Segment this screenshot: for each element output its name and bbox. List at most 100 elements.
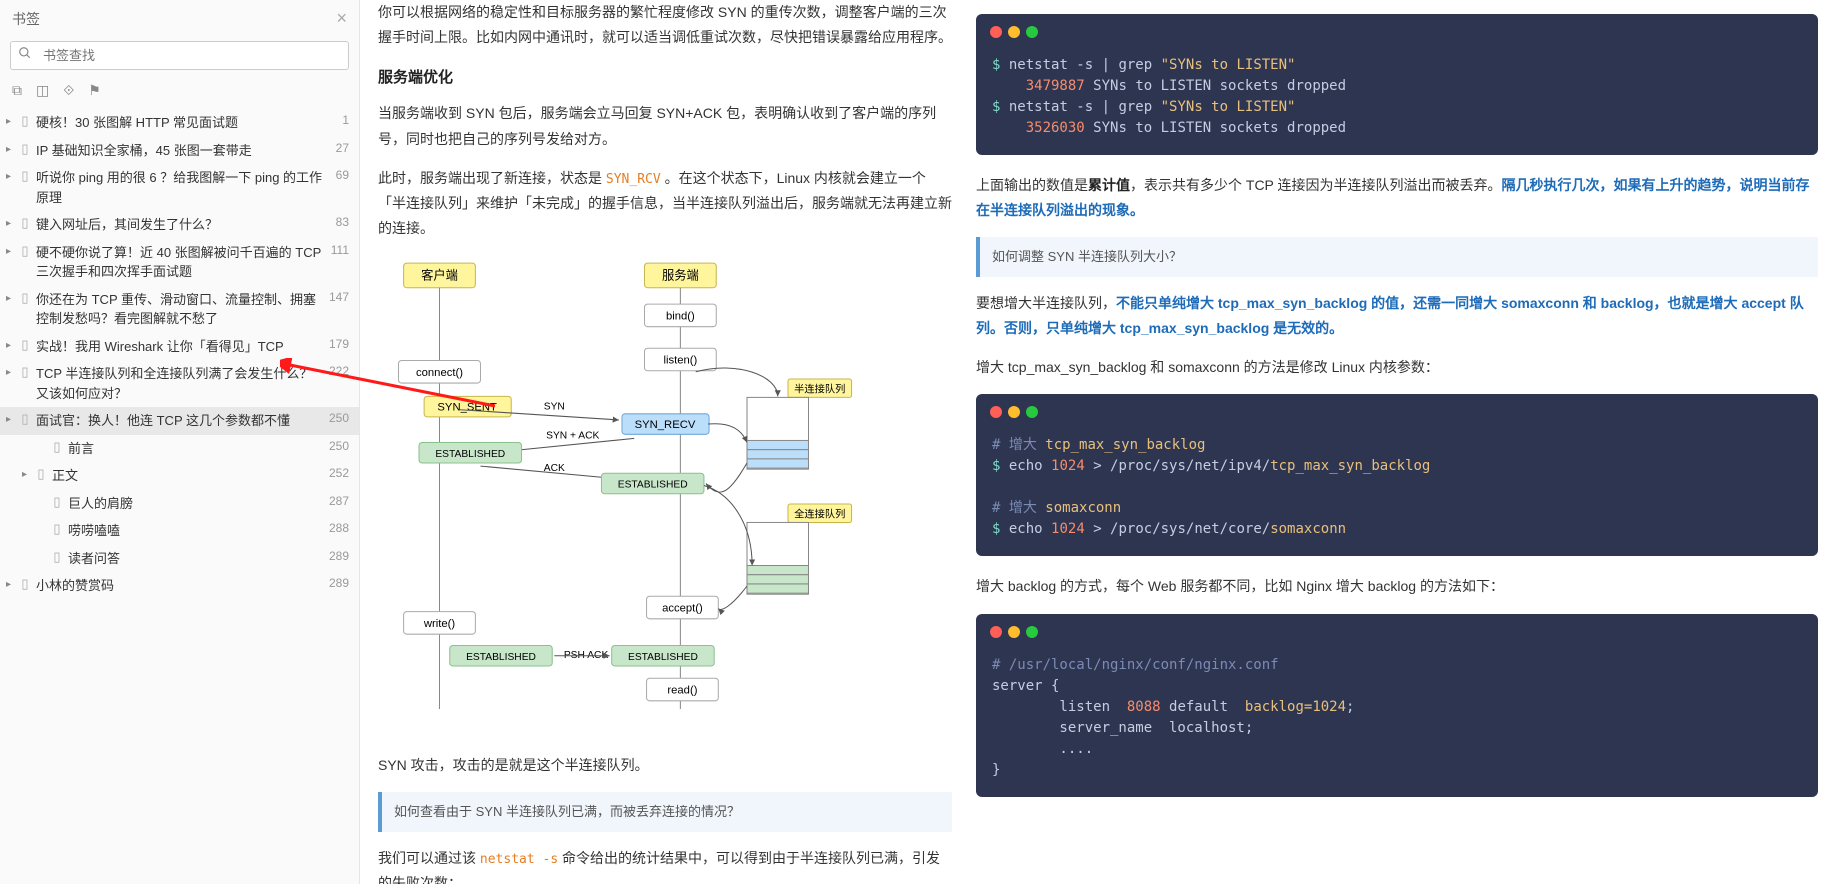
- sidebar-item[interactable]: ▯巨人的肩膀287: [0, 490, 359, 518]
- sidebar-item[interactable]: ▯读者问答289: [0, 545, 359, 573]
- svg-text:ACK: ACK: [544, 463, 565, 474]
- sidebar-item[interactable]: ▸▯键入网址后，其间发生了什么？83: [0, 211, 359, 239]
- sidebar-item[interactable]: ▸▯小林的赞赏码289: [0, 572, 359, 600]
- search-input[interactable]: [39, 42, 348, 69]
- svg-text:listen(): listen(): [663, 354, 697, 366]
- sidebar-item-label: 听说你 ping 用的很 6 ？给我图解一下 ping 的工作原理: [36, 168, 330, 207]
- sidebar-toolbar: ⧉ ◫ ⟐ ⚑: [0, 78, 359, 109]
- paragraph: 当服务端收到 SYN 包后，服务端会立马回复 SYN+ACK 包，表明确认收到了…: [378, 101, 952, 151]
- svg-text:SYN_RECV: SYN_RECV: [635, 419, 696, 431]
- sidebar-item-label: 硬不硬你说了算！近 40 张图解被问千百遍的 TCP 三次握手和四次挥手面试题: [36, 243, 325, 282]
- svg-text:全连接队列: 全连接队列: [794, 507, 845, 520]
- caret-icon: ▸: [6, 576, 18, 590]
- sidebar-item-label: TCP 半连接队列和全连接队列满了会发生什么？又该如何应对？: [36, 364, 323, 403]
- article-left-column: 你可以根据网络的稳定性和目标服务器的繁忙程度修改 SYN 的重传次数，调整客户端…: [360, 0, 970, 884]
- caret-icon: ▸: [6, 337, 18, 351]
- sidebar-item-page: 27: [330, 141, 349, 155]
- sidebar-item[interactable]: ▸▯硬不硬你说了算！近 40 张图解被问千百遍的 TCP 三次握手和四次挥手面试…: [0, 239, 359, 286]
- sidebar-item-label: 硬核！30 张图解 HTTP 常见面试题: [36, 113, 336, 133]
- terminal-block: # /usr/local/nginx/conf/nginx.conf serve…: [976, 614, 1818, 797]
- sidebar-item[interactable]: ▯唠唠嗑嗑288: [0, 517, 359, 545]
- callout: 如何调整 SYN 半连接队列大小？: [976, 237, 1818, 276]
- sidebar-item-label: 读者问答: [68, 549, 323, 569]
- paragraph: 此时，服务端出现了新连接，状态是 SYN_RCV 。在这个状态下，Linux 内…: [378, 166, 952, 242]
- caret-icon: [38, 439, 50, 442]
- terminal-block: $ netstat -s | grep "SYNs to LISTEN" 347…: [976, 14, 1818, 155]
- paragraph: SYN 攻击，攻击的是就是这个半连接队列。: [378, 753, 952, 778]
- bookmark-icon: ▯: [18, 411, 32, 427]
- sidebar-item-page: 69: [330, 168, 349, 182]
- inline-code: SYN_RCV: [606, 172, 661, 187]
- svg-text:read(): read(): [667, 684, 697, 696]
- sidebar-item-label: 唠唠嗑嗑: [68, 521, 323, 541]
- article-right-column: $ netstat -s | grep "SYNs to LISTEN" 347…: [970, 0, 1836, 884]
- sidebar-item-page: 250: [323, 439, 349, 453]
- sidebar-item[interactable]: ▸▯IP 基础知识全家桶，45 张图一套带走27: [0, 137, 359, 165]
- tool-expand-icon[interactable]: ◫: [36, 82, 49, 99]
- caret-icon: [38, 494, 50, 497]
- sidebar-item-page: 252: [323, 466, 349, 480]
- caret-icon: ▸: [6, 243, 18, 257]
- tool-bookmark-icon[interactable]: ⟐: [63, 82, 74, 99]
- bookmark-icon: ▯: [50, 549, 64, 565]
- caret-icon: [38, 549, 50, 552]
- bookmark-icon: ▯: [18, 364, 32, 380]
- tool-flag-icon[interactable]: ⚑: [88, 82, 101, 99]
- sidebar-item[interactable]: ▸▯硬核！30 张图解 HTTP 常见面试题1: [0, 109, 359, 137]
- sidebar-item[interactable]: ▸▯听说你 ping 用的很 6 ？给我图解一下 ping 的工作原理69: [0, 164, 359, 211]
- svg-text:bind(): bind(): [666, 310, 695, 322]
- svg-text:ESTABLISHED: ESTABLISHED: [618, 479, 688, 490]
- caret-icon: ▸: [6, 411, 18, 425]
- bookmark-icon: ▯: [18, 215, 32, 231]
- svg-text:服务端: 服务端: [662, 267, 699, 282]
- caret-icon: ▸: [22, 466, 34, 480]
- sidebar-item-label: 面试官：换人！他连 TCP 这几个参数都不懂: [36, 411, 323, 431]
- sidebar-item-label: 你还在为 TCP 重传、滑动窗口、流量控制、拥塞控制发愁吗？看完图解就不愁了: [36, 290, 323, 329]
- sidebar-item[interactable]: ▸▯你还在为 TCP 重传、滑动窗口、流量控制、拥塞控制发愁吗？看完图解就不愁了…: [0, 286, 359, 333]
- sidebar-title: 书签: [12, 9, 40, 29]
- sidebar-item-label: 键入网址后，其间发生了什么？: [36, 215, 330, 235]
- search-input-wrap: [10, 41, 349, 70]
- sidebar-item-label: IP 基础知识全家桶，45 张图一套带走: [36, 141, 330, 161]
- svg-text:write(): write(): [423, 618, 456, 630]
- terminal-block: # 增大 tcp_max_syn_backlog $ echo 1024 > /…: [976, 394, 1818, 556]
- sidebar-item[interactable]: ▸▯正文252: [0, 462, 359, 490]
- bookmark-icon: ▯: [34, 466, 48, 482]
- sidebar-item-page: 1: [336, 113, 349, 127]
- bookmark-icon: ▯: [18, 113, 32, 129]
- sidebar-item[interactable]: ▯前言250: [0, 435, 359, 463]
- caret-icon: ▸: [6, 290, 18, 304]
- svg-text:ESTABLISHED: ESTABLISHED: [435, 448, 505, 459]
- sidebar-item-label: 小林的赞赏码: [36, 576, 323, 596]
- paragraph: 要想增大半连接队列，不能只单纯增大 tcp_max_syn_backlog 的值…: [976, 291, 1818, 341]
- paragraph: 你可以根据网络的稳定性和目标服务器的繁忙程度修改 SYN 的重传次数，调整客户端…: [378, 0, 952, 50]
- sidebar-item-page: 83: [330, 215, 349, 229]
- tool-collapse-icon[interactable]: ⧉: [12, 82, 22, 99]
- bookmarks-sidebar: 书签 × ⧉ ◫ ⟐ ⚑ ▸▯硬核！30 张图解 HTTP 常见面试题1▸▯IP…: [0, 0, 360, 884]
- tcp-handshake-diagram: 客户端 服务端 bind() listen() connect(): [378, 258, 952, 738]
- sidebar-item-label: 实战！我用 Wireshark 让你「看得见」TCP: [36, 337, 323, 357]
- sidebar-item-page: 287: [323, 494, 349, 508]
- sidebar-item-page: 288: [323, 521, 349, 535]
- close-icon[interactable]: ×: [336, 8, 347, 29]
- sidebar-item-page: 179: [323, 337, 349, 351]
- sidebar-item[interactable]: ▸▯实战！我用 Wireshark 让你「看得见」TCP179: [0, 333, 359, 361]
- sidebar-item[interactable]: ▸▯面试官：换人！他连 TCP 这几个参数都不懂250: [0, 407, 359, 435]
- sidebar-item-page: 289: [323, 549, 349, 563]
- sidebar-item-page: 147: [323, 290, 349, 304]
- bookmark-icon: ▯: [50, 521, 64, 537]
- sidebar-item[interactable]: ▸▯TCP 半连接队列和全连接队列满了会发生什么？又该如何应对？222: [0, 360, 359, 407]
- paragraph: 增大 tcp_max_syn_backlog 和 somaxconn 的方法是修…: [976, 355, 1818, 380]
- caret-icon: ▸: [6, 215, 18, 229]
- paragraph: 我们可以通过该 netstat -s 命令给出的统计结果中，可以得到由于半连接队…: [378, 846, 952, 884]
- svg-text:connect(): connect(): [416, 366, 463, 378]
- bookmark-icon: ▯: [18, 337, 32, 353]
- caret-icon: ▸: [6, 113, 18, 127]
- paragraph: 上面输出的数值是累计值，表示共有多少个 TCP 连接因为半连接队列溢出而被丢弃。…: [976, 173, 1818, 223]
- paragraph: 增大 backlog 的方式，每个 Web 服务都不同，比如 Nginx 增大 …: [976, 574, 1818, 599]
- sidebar-item-page: 250: [323, 411, 349, 425]
- svg-text:ESTABLISHED: ESTABLISHED: [628, 651, 698, 662]
- caret-icon: ▸: [6, 141, 18, 155]
- svg-text:SYN: SYN: [544, 401, 565, 412]
- search-icon: [11, 46, 39, 65]
